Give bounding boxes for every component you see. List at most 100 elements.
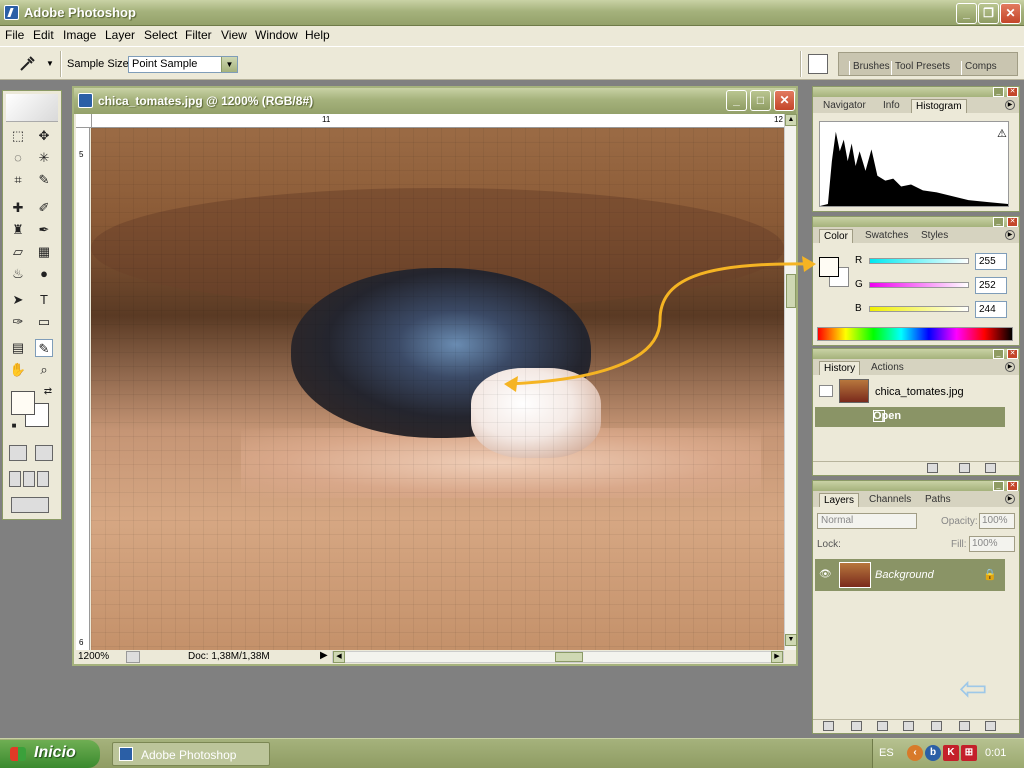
shape-tool-icon[interactable]: ▭: [35, 313, 53, 331]
taskbar-app-photoshop[interactable]: Adobe Photoshop: [112, 742, 270, 766]
palette-close-button[interactable]: ✕: [1007, 87, 1018, 97]
tab-navigator[interactable]: Navigator: [819, 99, 870, 113]
language-indicator[interactable]: ES: [879, 747, 894, 759]
feather-logo-icon[interactable]: [6, 94, 58, 122]
visibility-eye-icon[interactable]: 👁: [819, 569, 832, 580]
well-tab-comps[interactable]: Comps: [961, 61, 1000, 75]
zoom-level[interactable]: 1200%: [78, 651, 109, 662]
slice-tool-icon[interactable]: ✎: [35, 171, 53, 189]
pen-tool-icon[interactable]: ✑: [9, 313, 27, 331]
tab-actions[interactable]: Actions: [867, 361, 908, 375]
snapshot-thumbnail[interactable]: [839, 379, 869, 403]
well-tab-tool-presets[interactable]: Tool Presets: [891, 61, 953, 75]
tab-color[interactable]: Color: [819, 229, 853, 243]
image-canvas[interactable]: [91, 128, 784, 650]
palette-header[interactable]: _ ✕: [813, 217, 1019, 227]
new-group-icon[interactable]: [931, 721, 942, 731]
palette-menu-icon[interactable]: ▶: [1005, 362, 1015, 372]
tab-styles[interactable]: Styles: [917, 229, 952, 243]
tab-channels[interactable]: Channels: [865, 493, 915, 507]
layer-style-icon[interactable]: [851, 721, 862, 731]
palette-menu-icon[interactable]: ▶: [1005, 100, 1015, 110]
palette-menu-icon[interactable]: ▶: [1005, 494, 1015, 504]
ruler-origin[interactable]: [76, 114, 92, 128]
channel-r-slider[interactable]: [869, 258, 969, 264]
link-layers-icon[interactable]: [823, 721, 834, 731]
palette-minimize-button[interactable]: _: [993, 217, 1004, 227]
new-snapshot-icon[interactable]: [959, 463, 970, 473]
menu-layer[interactable]: Layer: [105, 28, 135, 42]
menu-select[interactable]: Select: [144, 28, 177, 42]
palette-header[interactable]: _ ✕: [813, 481, 1019, 491]
chevron-down-icon[interactable]: ▼: [221, 57, 237, 72]
opacity-field[interactable]: 100%: [979, 513, 1015, 529]
new-layer-icon[interactable]: [959, 721, 970, 731]
horizontal-scroll-thumb[interactable]: [555, 652, 583, 662]
doc-minimize-button[interactable]: _: [726, 90, 747, 111]
menu-edit[interactable]: Edit: [33, 28, 54, 42]
tab-histogram[interactable]: Histogram: [911, 99, 967, 113]
scroll-up-icon[interactable]: ▲: [785, 114, 797, 126]
healing-brush-icon[interactable]: ✚: [9, 199, 27, 217]
crop-tool-icon[interactable]: ⌗: [9, 171, 27, 189]
palette-minimize-button[interactable]: _: [993, 349, 1004, 359]
menu-image[interactable]: Image: [63, 28, 96, 42]
menu-help[interactable]: Help: [305, 28, 330, 42]
stamp-tool-icon[interactable]: ♜: [9, 221, 27, 239]
palette-minimize-button[interactable]: _: [993, 87, 1004, 97]
lasso-tool-icon[interactable]: ◌: [9, 149, 27, 167]
clock[interactable]: 0:01: [985, 747, 1006, 759]
network-tray-icon[interactable]: ⊞: [961, 745, 977, 761]
tab-paths[interactable]: Paths: [921, 493, 955, 507]
move-tool-icon[interactable]: ✥: [35, 127, 53, 145]
swap-colors-icon[interactable]: ⇄: [39, 383, 57, 401]
vertical-scrollbar[interactable]: ▲ ▼: [784, 114, 797, 650]
b-tray-icon[interactable]: b: [925, 745, 941, 761]
tab-history[interactable]: History: [819, 361, 861, 375]
new-document-from-state-icon[interactable]: [927, 463, 938, 473]
restore-button[interactable]: ❐: [978, 3, 999, 24]
eyedropper-icon[interactable]: [18, 55, 36, 73]
palette-close-button[interactable]: ✕: [1007, 217, 1018, 227]
screen-mode-standard-icon[interactable]: [9, 471, 21, 487]
history-state-open[interactable]: Open: [815, 407, 1005, 427]
magic-wand-icon[interactable]: ✳: [35, 149, 53, 167]
notes-tool-icon[interactable]: ▤: [9, 339, 27, 357]
jump-to-imageready-icon[interactable]: [11, 497, 49, 513]
palette-header[interactable]: _ ✕: [813, 349, 1019, 359]
menu-filter[interactable]: Filter: [185, 28, 212, 42]
channel-g-value[interactable]: 252: [975, 277, 1007, 294]
standard-mode-icon[interactable]: [9, 445, 27, 461]
status-menu-arrow-icon[interactable]: ▶: [320, 650, 328, 661]
marquee-tool-icon[interactable]: ⬚: [9, 127, 27, 145]
document-titlebar[interactable]: chica_tomates.jpg @ 1200% (RGB/8#) _ □ ✕: [74, 88, 796, 114]
tab-layers[interactable]: Layers: [819, 493, 860, 507]
minimize-button[interactable]: _: [956, 3, 977, 24]
gradient-tool-icon[interactable]: ▦: [35, 243, 53, 261]
horizontal-scrollbar[interactable]: ◀ ▶: [332, 651, 784, 663]
fill-field[interactable]: 100%: [969, 536, 1015, 552]
default-colors-icon[interactable]: ■: [5, 417, 23, 435]
foreground-color-swatch[interactable]: [11, 391, 35, 415]
channel-g-slider[interactable]: [869, 282, 969, 288]
close-button[interactable]: ✕: [1000, 3, 1021, 24]
channel-r-value[interactable]: 255: [975, 253, 1007, 270]
tool-preset-chevron-down-icon[interactable]: ▼: [46, 59, 54, 68]
layer-mask-icon[interactable]: [877, 721, 888, 731]
palette-close-button[interactable]: ✕: [1007, 349, 1018, 359]
back-arrow-tray-icon[interactable]: ‹: [907, 745, 923, 761]
blend-mode-select[interactable]: Normal: [817, 513, 917, 529]
menu-window[interactable]: Window: [255, 28, 298, 42]
vertical-ruler[interactable]: 5 6: [76, 128, 90, 650]
blur-tool-icon[interactable]: ♨: [9, 265, 27, 283]
palette-close-button[interactable]: ✕: [1007, 481, 1018, 491]
brush-tool-icon[interactable]: ✐: [35, 199, 53, 217]
palette-header[interactable]: _ ✕: [813, 87, 1019, 97]
zoom-menu-icon[interactable]: [126, 651, 140, 663]
eraser-tool-icon[interactable]: ▱: [9, 243, 27, 261]
tab-swatches[interactable]: Swatches: [861, 229, 912, 243]
doc-close-button[interactable]: ✕: [774, 90, 795, 111]
scroll-down-icon[interactable]: ▼: [785, 634, 797, 646]
path-select-icon[interactable]: ➤: [9, 291, 27, 309]
menu-file[interactable]: File: [5, 28, 24, 42]
